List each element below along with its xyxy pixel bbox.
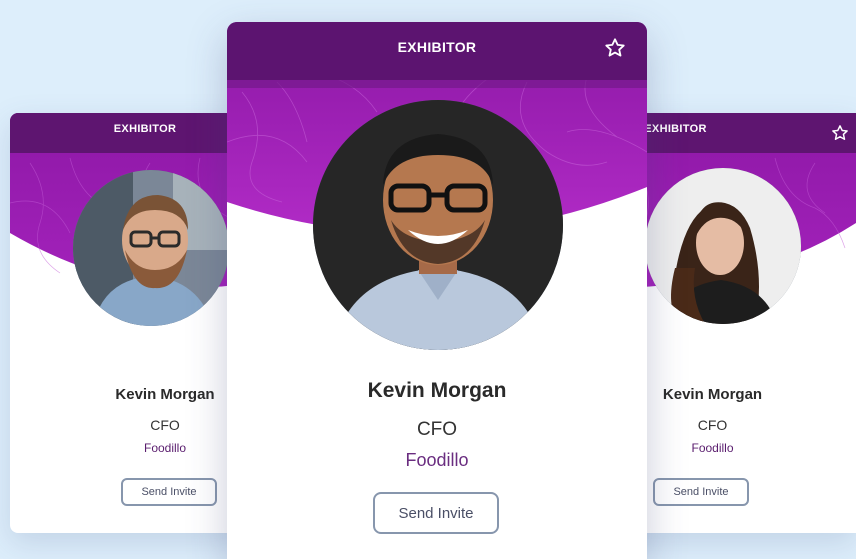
avatar-photo: [313, 100, 563, 350]
attendee-role: CFO: [416, 419, 458, 440]
send-invite-button[interactable]: Send Invite: [373, 492, 499, 534]
exhibitor-cards-stage: EXHIBITOR Kevin Morgan CFO Foodillo Send…: [0, 0, 856, 559]
avatar: [73, 170, 229, 326]
avatar-photo: [645, 168, 801, 324]
exhibitor-card-left: EXHIBITOR Kevin Morgan CFO Foodillo Send…: [10, 113, 250, 533]
avatar-photo: [73, 170, 229, 326]
avatar: [645, 168, 801, 324]
star-outline-icon[interactable]: [604, 37, 626, 59]
send-invite-button[interactable]: Send Invite: [653, 478, 749, 506]
card-header-label: EXHIBITOR: [397, 39, 477, 55]
attendee-role: CFO: [150, 417, 180, 433]
attendee-name: Kevin Morgan: [115, 386, 215, 403]
attendee-company[interactable]: Foodillo: [10, 441, 250, 455]
attendee-company[interactable]: Foodillo: [227, 450, 647, 471]
attendee-name: Kevin Morgan: [367, 379, 507, 402]
card-header-label: EXHIBITOR: [113, 123, 177, 135]
star-outline-icon[interactable]: [831, 124, 849, 142]
send-invite-button[interactable]: Send Invite: [121, 478, 217, 506]
exhibitor-card-center: EXHIBITOR Kevin Morgan CFO Foodillo Send…: [227, 22, 647, 559]
avatar: [313, 100, 563, 350]
